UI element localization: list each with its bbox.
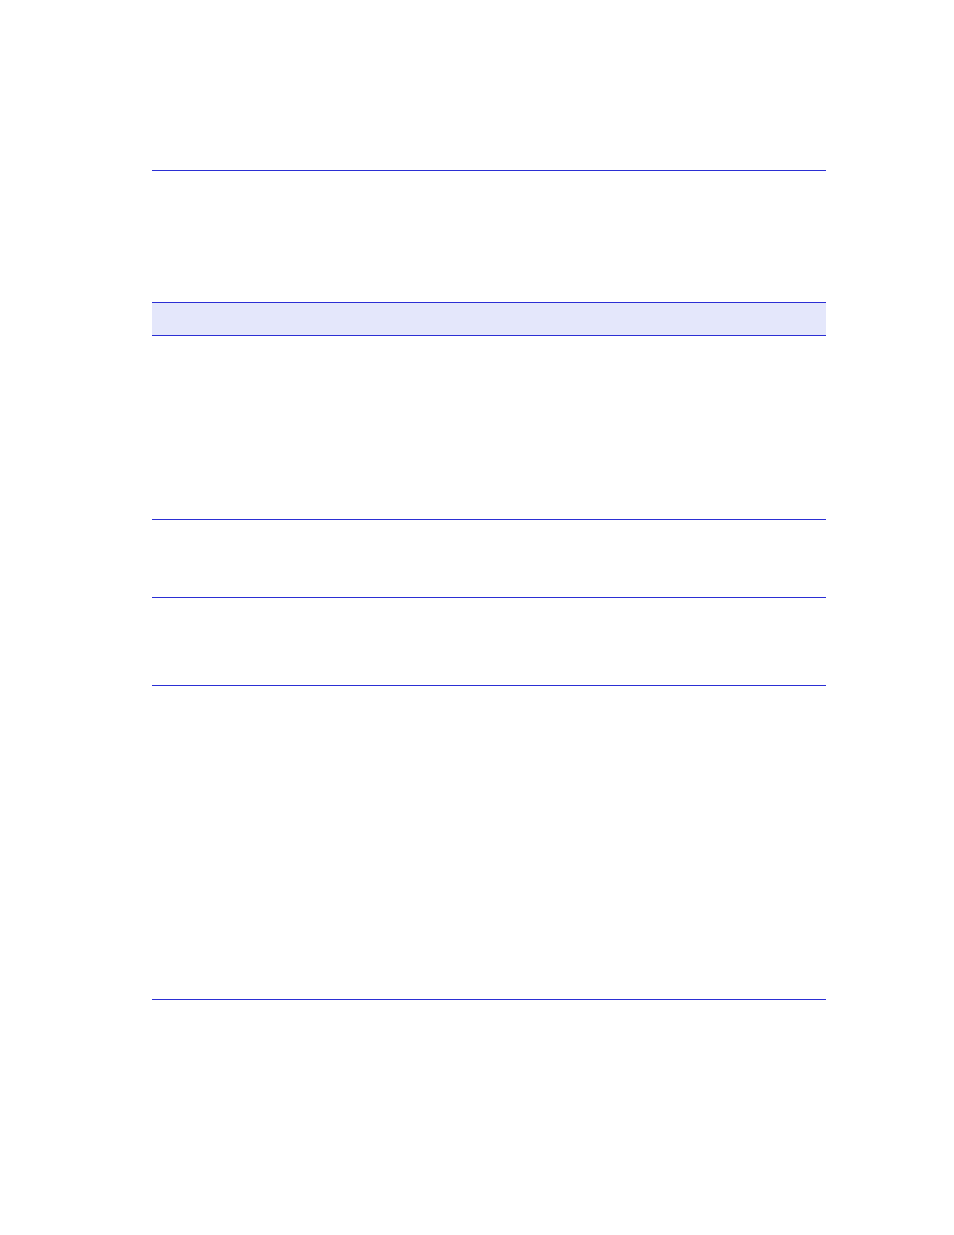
document-page: [0, 0, 954, 1235]
highlight-band: [152, 302, 826, 336]
horizontal-rule: [152, 519, 826, 520]
horizontal-rule: [152, 685, 826, 686]
horizontal-rule: [152, 170, 826, 171]
horizontal-rule: [152, 597, 826, 598]
horizontal-rule: [152, 999, 826, 1000]
